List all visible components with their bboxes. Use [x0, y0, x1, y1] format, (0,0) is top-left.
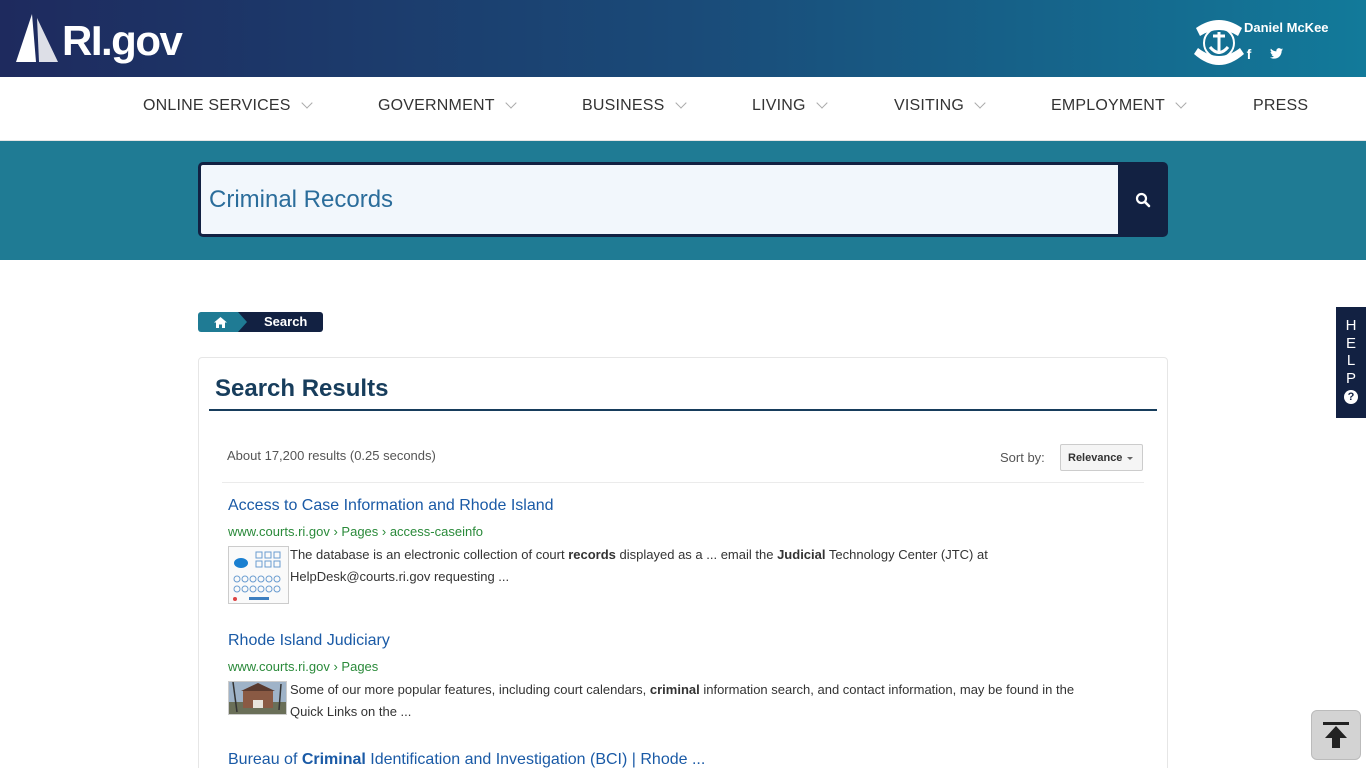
- title-text: Identification and Investigation (BCI) |…: [365, 751, 706, 768]
- nav-government[interactable]: GOVERNMENT: [378, 97, 517, 115]
- nav-label: VISITING: [894, 97, 965, 114]
- snippet-text: displayed as a ... email the: [615, 547, 778, 562]
- sort-value: Relevance: [1068, 451, 1123, 464]
- nav-label: PRESS: [1253, 97, 1309, 114]
- result-url: www.courts.ri.gov › Pages: [228, 659, 379, 674]
- search-icon: [1135, 192, 1151, 207]
- count-divider: [222, 482, 1144, 483]
- nav-living[interactable]: LIVING: [752, 97, 828, 115]
- result-url: www.courts.ri.gov › Pages › access-casei…: [228, 524, 484, 539]
- help-letter: P: [1345, 369, 1356, 387]
- nav-label: BUSINESS: [582, 97, 665, 114]
- result-thumbnail[interactable]: [228, 546, 289, 604]
- twitter-icon[interactable]: [1269, 46, 1283, 62]
- breadcrumb-separator: [238, 312, 247, 332]
- search-button[interactable]: [1118, 162, 1168, 237]
- sort-select[interactable]: Relevance: [1060, 444, 1143, 471]
- social-links: f: [1242, 46, 1283, 62]
- site-header: RI.gov Daniel McKee f: [0, 0, 1366, 77]
- logo-text: RI.gov: [62, 17, 183, 64]
- result-title-link[interactable]: Rhode Island Judiciary: [228, 632, 390, 650]
- search-input[interactable]: [209, 186, 1089, 214]
- nav-online-services[interactable]: ONLINE SERVICES: [143, 97, 313, 115]
- nav-label: ONLINE SERVICES: [143, 97, 291, 114]
- chevron-down-icon: [974, 97, 986, 109]
- snippet-text: The database is an electronic collection…: [290, 547, 569, 562]
- nav-label: GOVERNMENT: [378, 97, 495, 114]
- title-highlight: Criminal: [301, 751, 366, 768]
- help-letter: L: [1346, 352, 1356, 369]
- title-text: Access to Case Information and Rhode Isl…: [228, 497, 554, 514]
- question-icon: ?: [1344, 390, 1358, 404]
- snippet-highlight: criminal: [649, 682, 700, 697]
- thumbnail-image: [229, 682, 286, 714]
- result-count: About 17,200 results (0.25 seconds): [227, 448, 436, 463]
- breadcrumb-home[interactable]: [198, 312, 242, 332]
- main-nav: ONLINE SERVICES GOVERNMENT BUSINESS LIVI…: [0, 77, 1366, 141]
- result-title-link[interactable]: Bureau of Criminal Identification and In…: [228, 751, 705, 768]
- chevron-down-icon: [674, 97, 687, 109]
- help-letter: E: [1345, 334, 1356, 352]
- caret-down-icon: [1127, 457, 1133, 460]
- nav-press[interactable]: PRESS: [1253, 97, 1308, 115]
- snippet-highlight: Judicial: [777, 547, 826, 562]
- results-heading: Search Results: [215, 375, 389, 402]
- search-field: [198, 162, 1119, 237]
- help-letter: H: [1345, 317, 1357, 334]
- result-title-link[interactable]: Access to Case Information and Rhode Isl…: [228, 497, 554, 515]
- home-icon: [213, 316, 227, 328]
- back-to-top-button[interactable]: [1311, 710, 1361, 760]
- chevron-down-icon: [505, 97, 517, 109]
- site-logo[interactable]: RI.gov: [14, 10, 183, 64]
- state-seal-icon: [1194, 20, 1244, 65]
- chevron-down-icon: [816, 97, 828, 109]
- thumbnail-image: [229, 547, 288, 603]
- nav-visiting[interactable]: VISITING: [894, 97, 986, 115]
- nav-business[interactable]: BUSINESS: [582, 97, 687, 115]
- help-tab[interactable]: H E L P ?: [1336, 307, 1366, 418]
- snippet-highlight: records: [568, 547, 616, 562]
- title-text: Rhode Island Judiciary: [228, 632, 390, 649]
- heading-divider: [209, 409, 1157, 411]
- result-thumbnail[interactable]: [228, 681, 287, 715]
- breadcrumb-current: Search: [238, 312, 323, 332]
- governor-name[interactable]: Daniel McKee: [1244, 20, 1329, 35]
- arrow-up-icon: [1323, 722, 1349, 748]
- nav-label: LIVING: [752, 97, 806, 114]
- snippet-text: Some of our more popular features, inclu…: [290, 682, 650, 697]
- result-snippet: The database is an electronic collection…: [290, 544, 1110, 588]
- nav-label: EMPLOYMENT: [1051, 97, 1166, 114]
- result-snippet: Some of our more popular features, inclu…: [290, 679, 1110, 723]
- chevron-down-icon: [300, 97, 313, 109]
- sail-logo-icon: [16, 14, 58, 62]
- facebook-icon[interactable]: f: [1242, 46, 1256, 62]
- sort-label: Sort by:: [1000, 450, 1045, 465]
- title-text: Bureau of: [228, 751, 302, 768]
- nav-employment[interactable]: EMPLOYMENT: [1051, 97, 1187, 115]
- chevron-down-icon: [1175, 97, 1187, 109]
